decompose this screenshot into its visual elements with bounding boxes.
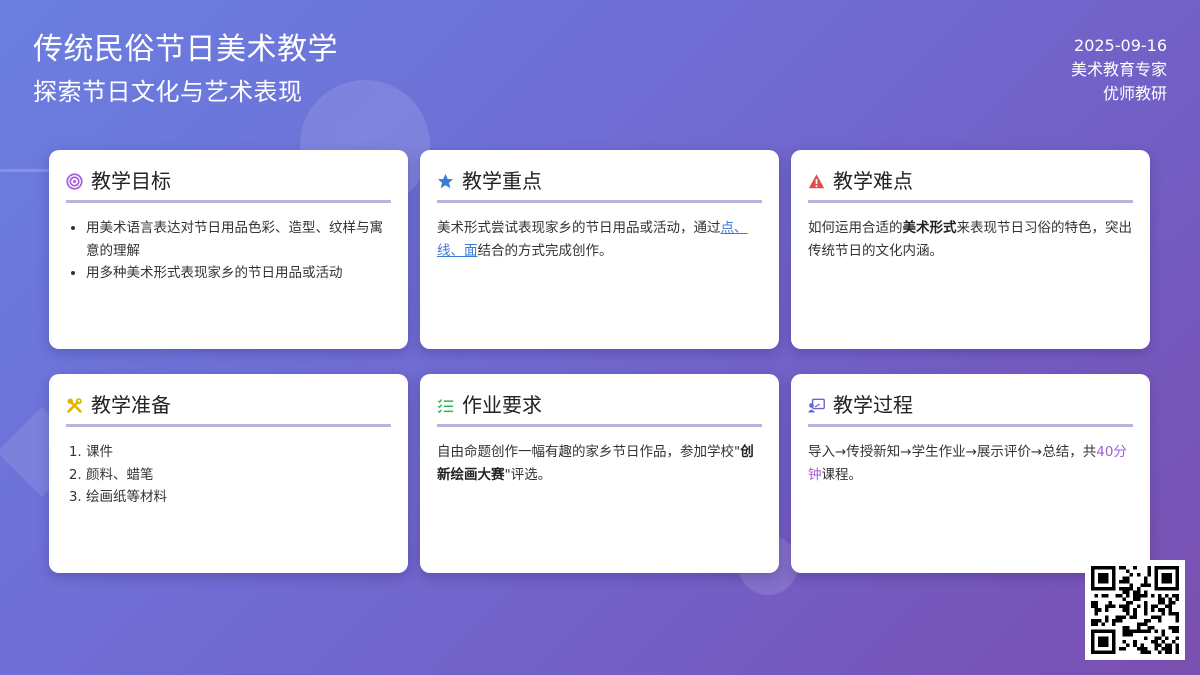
org-label: 优师教研 xyxy=(1102,84,1167,103)
star-icon xyxy=(437,173,454,188)
date-label: 2025-09-16 xyxy=(1074,36,1167,55)
body-text: 自由命题创作一幅有趣的家乡节日作品，参加学校" xyxy=(437,444,741,460)
card-homework: 作业要求 自由命题创作一幅有趣的家乡节日作品，参加学校"创新绘画大赛"评选。 xyxy=(420,374,779,573)
card-title: 教学难点 xyxy=(833,169,913,193)
list-item: 用多种美术形式表现家乡的节日用品或活动 xyxy=(86,262,391,285)
list-item: 绘画纸等材料 xyxy=(86,486,391,509)
body-text: 导入→传授新知→学生作业→展示评价→总结，共 xyxy=(808,444,1097,460)
checklist-icon xyxy=(437,398,454,413)
materials-list: 课件 颜料、蜡笔 绘画纸等材料 xyxy=(66,441,391,509)
tools-icon xyxy=(67,397,82,413)
card-body: 导入→传授新知→学生作业→展示评价→总结，共40分钟课程。 xyxy=(808,441,1133,486)
author-label: 美术教育专家 xyxy=(1070,60,1167,79)
goal-list: 用美术语言表达对节日用品色彩、造型、纹样与寓意的理解 用多种美术形式表现家乡的节… xyxy=(66,217,391,285)
body-text: 美术形式尝试表现家乡的节日用品或活动，通过 xyxy=(437,220,721,236)
warning-icon xyxy=(808,173,825,188)
card-header: 作业要求 xyxy=(437,392,762,427)
card-header: 教学过程 xyxy=(808,392,1133,427)
card-grid: 教学目标 用美术语言表达对节日用品色彩、造型、纹样与寓意的理解 用多种美术形式表… xyxy=(49,150,1150,573)
card-title: 教学重点 xyxy=(462,169,542,193)
card-teaching-goals: 教学目标 用美术语言表达对节日用品色彩、造型、纹样与寓意的理解 用多种美术形式表… xyxy=(49,150,408,349)
header-meta: 2025-09-16 美术教育专家 优师教研 xyxy=(1071,34,1167,106)
card-header: 教学重点 xyxy=(437,168,762,203)
card-key-points: 教学重点 美术形式尝试表现家乡的节日用品或活动，通过点、线、面结合的方式完成创作… xyxy=(420,150,779,349)
header: 传统民俗节日美术教学 探索节日文化与艺术表现 xyxy=(33,30,338,108)
card-title: 教学过程 xyxy=(833,393,913,417)
card-title: 作业要求 xyxy=(462,393,542,417)
presentation-icon xyxy=(808,398,825,412)
card-process: 教学过程 导入→传授新知→学生作业→展示评价→总结，共40分钟课程。 xyxy=(791,374,1150,573)
card-body: 课件 颜料、蜡笔 绘画纸等材料 xyxy=(66,441,391,509)
card-body: 如何运用合适的美术形式来表现节日习俗的特色，突出传统节日的文化内涵。 xyxy=(808,217,1133,262)
card-header: 教学准备 xyxy=(66,392,391,427)
card-title: 教学准备 xyxy=(91,393,171,417)
body-text: 课程。 xyxy=(821,466,863,483)
list-item: 用美术语言表达对节日用品色彩、造型、纹样与寓意的理解 xyxy=(86,217,391,262)
card-body: 美术形式尝试表现家乡的节日用品或活动，通过点、线、面结合的方式完成创作。 xyxy=(437,217,762,262)
card-body: 自由命题创作一幅有趣的家乡节日作品，参加学校"创新绘画大赛"评选。 xyxy=(437,441,762,486)
page-subtitle: 探索节日文化与艺术表现 xyxy=(33,78,303,106)
qr-code-image xyxy=(1091,566,1179,654)
card-title: 教学目标 xyxy=(91,169,171,193)
card-body: 用美术语言表达对节日用品色彩、造型、纹样与寓意的理解 用多种美术形式表现家乡的节… xyxy=(66,217,391,285)
card-header: 教学难点 xyxy=(808,168,1133,203)
page-title: 传统民俗节日美术教学 xyxy=(33,32,338,67)
card-difficulties: 教学难点 如何运用合适的美术形式来表现节日习俗的特色，突出传统节日的文化内涵。 xyxy=(791,150,1150,349)
bold-text: 美术形式 xyxy=(902,220,957,236)
card-preparation: 教学准备 课件 颜料、蜡笔 绘画纸等材料 xyxy=(49,374,408,573)
card-header: 教学目标 xyxy=(66,168,391,203)
body-text: 结合的方式完成创作。 xyxy=(477,242,613,259)
body-text: 如何运用合适的 xyxy=(808,220,903,236)
list-item: 颜料、蜡笔 xyxy=(86,464,391,487)
body-text: "评选。 xyxy=(504,466,552,483)
list-item: 课件 xyxy=(86,441,391,464)
qr-code xyxy=(1085,560,1185,660)
target-icon xyxy=(66,172,83,190)
